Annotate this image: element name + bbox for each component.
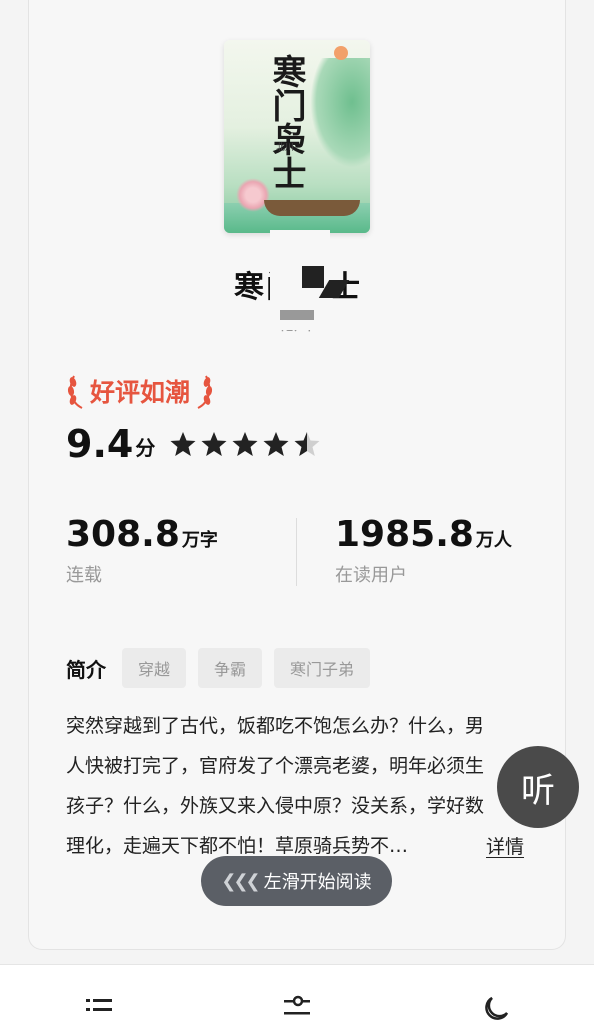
book-cover[interactable]: 寒门枭士 北川 [224,40,370,233]
star-icon [201,432,227,456]
word-count-unit: 万字 [181,530,218,551]
readers-unit: 万人 [475,530,512,551]
bottom-toolbar [0,964,594,1021]
word-count-stat: 308.8 万字 连载 [66,514,218,587]
night-mode-icon[interactable] [480,995,510,1021]
praise-badge: 好评如潮 [66,372,214,410]
detail-link[interactable]: 详情 [486,832,524,859]
star-icon [232,432,258,456]
tag-chip[interactable]: 争霸 [198,648,263,688]
stats-divider [296,518,297,586]
chevrons-left-icon: ❮❮❮ [221,870,260,892]
rating-unit: 分 [135,436,156,460]
praise-label: 好评如潮 [90,378,191,407]
intro-label: 简介 [66,657,106,682]
laurel-left-icon [66,372,86,410]
listen-button[interactable]: 听 [497,746,579,828]
cover-title-art: 寒门枭士 [266,54,306,190]
swipe-to-read-hint[interactable]: ❮❮❮ 左滑开始阅读 [201,856,392,906]
tag-chip[interactable]: 穿越 [122,648,187,688]
intro-description: 突然穿越到了古代，饭都吃不饱怎么办？什么，男人快被打完了，官府发了个漂亮老婆，明… [66,706,526,866]
star-icon [263,432,289,456]
swipe-hint-label: 左滑开始阅读 [263,872,372,893]
readers-stat: 1985.8 万人 在读用户 [335,514,512,587]
star-icon [294,432,320,456]
tag-chip[interactable]: 寒门子弟 [274,648,371,688]
settings-sliders-icon[interactable] [282,995,312,1021]
cover-author-art: 北川 [276,143,295,153]
intro-text: 突然穿越到了古代，饭都吃不饱怎么办？什么，男人快被打完了，官府发了个漂亮老婆，明… [66,715,485,857]
rating-stars [169,430,321,458]
rating-score: 9.4 [66,422,134,466]
readers-value: 1985.8 [335,514,474,555]
laurel-right-icon [194,372,214,410]
readers-label: 在读用户 [335,565,407,586]
list-icon[interactable] [84,995,114,1021]
word-count-label: 连载 [66,565,102,586]
intro-header: 简介 穿越 争霸 寒门子弟 [66,648,382,688]
word-count-value: 308.8 [66,514,180,555]
star-icon [170,432,196,456]
rating-row: 9.4 分 [66,424,321,464]
render-glitch-overlay [270,220,350,330]
